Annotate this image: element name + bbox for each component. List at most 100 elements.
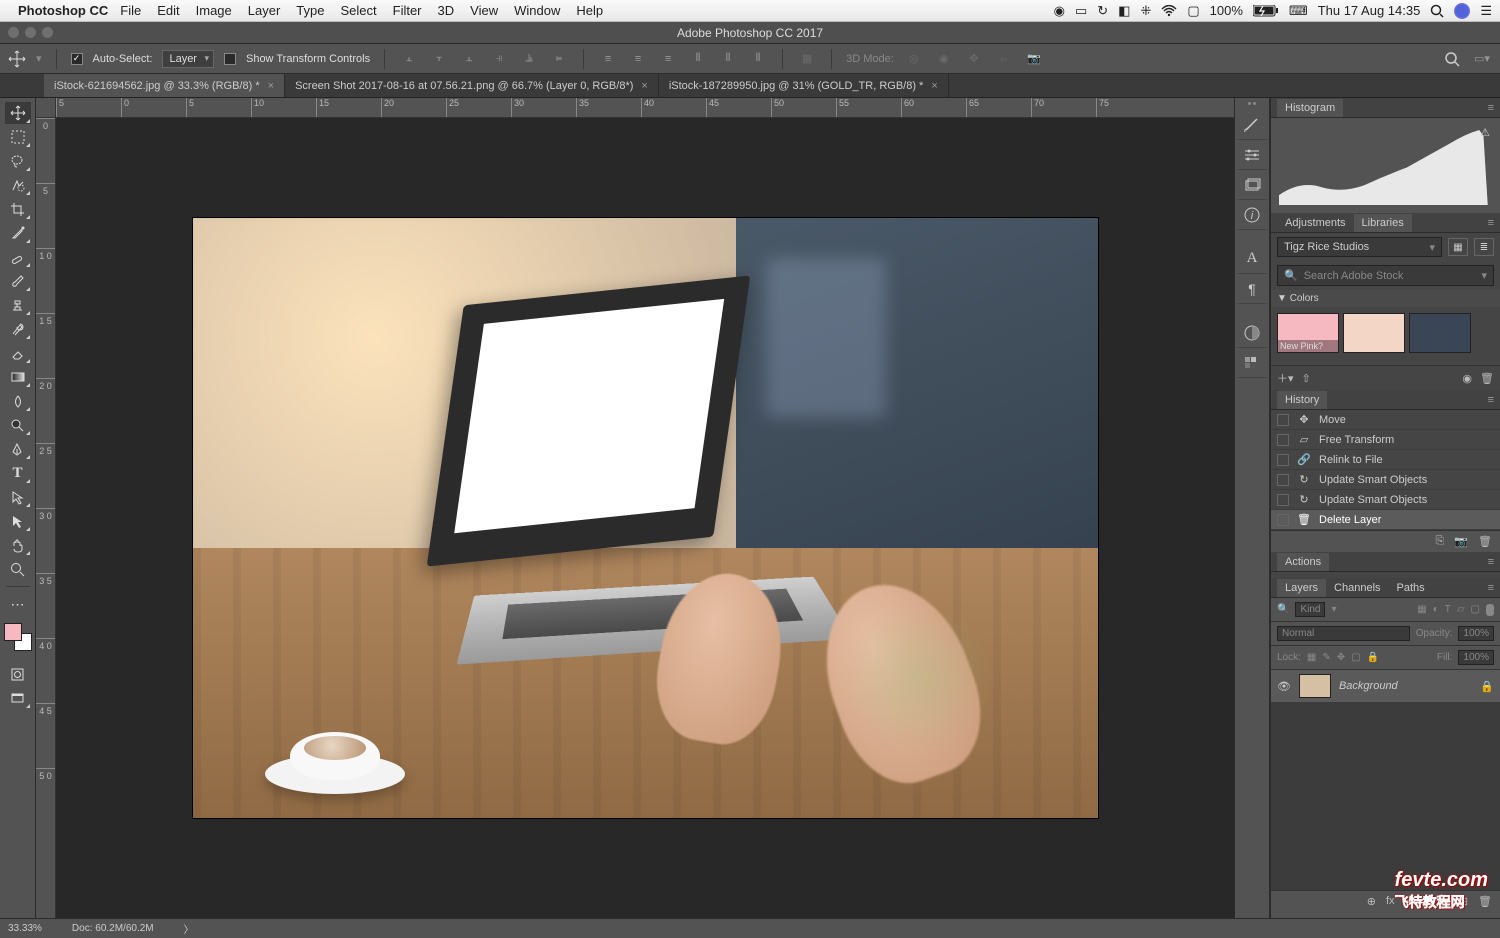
align-bottom-icon[interactable]: ⫠ <box>459 49 479 69</box>
history-tab[interactable]: History <box>1277 391 1327 409</box>
brush-tool[interactable] <box>5 270 31 292</box>
spotlight-icon[interactable] <box>1430 4 1444 18</box>
battery-icon[interactable] <box>1253 5 1279 17</box>
layer-thumbnail[interactable] <box>1299 674 1331 698</box>
clone-source-icon[interactable] <box>1237 170 1267 200</box>
brush-settings-icon[interactable] <box>1237 110 1267 140</box>
ruler-origin[interactable] <box>36 98 56 118</box>
colors-group-header[interactable]: ▼ Colors <box>1271 290 1500 307</box>
siri-icon[interactable] <box>1454 3 1470 19</box>
creative-cloud-icon[interactable]: ◧ <box>1118 3 1130 19</box>
library-select[interactable]: Tigz Rice Studios <box>1277 237 1442 257</box>
distribute-hcenter-icon[interactable]: ⦀ <box>718 49 738 69</box>
move-tool[interactable] <box>5 102 31 124</box>
color-swatches[interactable] <box>4 623 32 651</box>
eraser-tool[interactable] <box>5 342 31 364</box>
panel-menu-icon[interactable]: ≡ <box>1488 102 1494 114</box>
close-icon[interactable]: × <box>268 80 274 92</box>
history-item[interactable]: ✥Move <box>1271 410 1500 430</box>
zoom-tool[interactable] <box>5 558 31 580</box>
history-item[interactable]: ↻Update Smart Objects <box>1271 470 1500 490</box>
actions-tab[interactable]: Actions <box>1277 553 1329 571</box>
zoom-level[interactable]: 33.33% <box>8 923 42 934</box>
library-swatch-2[interactable] <box>1343 313 1405 353</box>
history-brush-tool[interactable] <box>5 318 31 340</box>
menu-select[interactable]: Select <box>340 3 376 18</box>
swatches-icon[interactable] <box>1237 348 1267 378</box>
filter-type-icon[interactable]: T <box>1445 604 1451 615</box>
add-content-icon[interactable]: ＋▾ <box>1277 370 1294 386</box>
wifi-icon[interactable] <box>1161 5 1177 17</box>
chevron-down-icon[interactable]: ▾ <box>1481 269 1487 282</box>
marquee-tool[interactable] <box>5 126 31 148</box>
fill-value[interactable]: 100% <box>1458 650 1494 665</box>
warning-icon[interactable]: ⚠ <box>1480 126 1490 139</box>
status-chevron-icon[interactable]: 〉 <box>184 921 194 936</box>
gradient-tool[interactable] <box>5 366 31 388</box>
bluetooth-icon[interactable]: ⁜ <box>1140 3 1151 19</box>
align-vcenter-icon[interactable]: ⫟ <box>429 49 449 69</box>
dodge-tool[interactable] <box>5 414 31 436</box>
menu-filter[interactable]: Filter <box>393 3 422 18</box>
panel-menu-icon[interactable]: ≡ <box>1488 582 1494 594</box>
menu-help[interactable]: Help <box>576 3 603 18</box>
cloud-icon[interactable]: ◉ <box>1462 372 1472 385</box>
adjustments-tab[interactable]: Adjustments <box>1277 214 1354 232</box>
eyedropper-tool[interactable] <box>5 222 31 244</box>
panel-menu-icon[interactable]: ≡ <box>1488 556 1494 568</box>
show-transform-checkbox[interactable] <box>224 53 236 65</box>
history-item[interactable]: 🗑Delete Layer <box>1271 510 1500 530</box>
filter-pixel-icon[interactable]: ▦ <box>1417 604 1426 615</box>
crop-tool[interactable] <box>5 198 31 220</box>
grid-view-icon[interactable]: ▦ <box>1448 238 1468 256</box>
layer-name[interactable]: Background <box>1339 680 1398 692</box>
align-top-icon[interactable]: ⫠ <box>399 49 419 69</box>
sync-icon[interactable]: ↻ <box>1097 3 1108 19</box>
healing-brush-tool[interactable] <box>5 246 31 268</box>
distribute-right-icon[interactable]: ⦀ <box>748 49 768 69</box>
lasso-tool[interactable] <box>5 150 31 172</box>
layer-style-icon[interactable]: fx <box>1386 895 1395 914</box>
distribute-top-icon[interactable]: ≡ <box>598 49 618 69</box>
create-document-icon[interactable]: ⎘ <box>1436 535 1445 548</box>
lock-move-icon[interactable]: ✥ <box>1337 652 1345 663</box>
clone-stamp-tool[interactable] <box>5 294 31 316</box>
keyboard-icon[interactable]: ⌨ <box>1289 3 1308 19</box>
opacity-value[interactable]: 100% <box>1458 626 1494 641</box>
ruler-horizontal[interactable]: 5051015202530354045505560657075 <box>56 98 1234 118</box>
align-hcenter-icon[interactable]: ⫡ <box>519 49 539 69</box>
character-icon[interactable]: A <box>1237 244 1267 274</box>
layers-tab[interactable]: Layers <box>1277 579 1326 597</box>
brush-presets-icon[interactable] <box>1237 140 1267 170</box>
auto-align-icon[interactable]: ▦ <box>797 49 817 69</box>
menu-type[interactable]: Type <box>296 3 324 18</box>
info-icon[interactable]: i <box>1237 200 1267 230</box>
menu-window[interactable]: Window <box>514 3 560 18</box>
close-icon[interactable]: × <box>931 80 937 92</box>
lock-pixels-icon[interactable]: ▦ <box>1307 652 1316 663</box>
distribute-left-icon[interactable]: ⦀ <box>688 49 708 69</box>
type-tool[interactable]: T <box>5 462 31 484</box>
doc-tab-3[interactable]: iStock-187289950.jpg @ 31% (GOLD_TR, RGB… <box>659 74 949 97</box>
hand-tool[interactable] <box>5 534 31 556</box>
doc-tab-2[interactable]: Screen Shot 2017-08-16 at 07.56.21.png @… <box>285 74 659 97</box>
library-swatch-3[interactable] <box>1409 313 1471 353</box>
auto-select-checkbox[interactable]: ✓ <box>71 53 83 65</box>
lock-all-icon[interactable]: 🔒 <box>1367 652 1379 663</box>
visibility-icon[interactable]: 👁 <box>1277 680 1291 693</box>
align-left-icon[interactable]: ⫣ <box>489 49 509 69</box>
quick-select-tool[interactable] <box>5 174 31 196</box>
camera-icon[interactable]: 📷 <box>1454 535 1468 548</box>
filter-toggle-icon[interactable] <box>1486 604 1494 616</box>
airplay-icon[interactable]: ▢ <box>1187 3 1199 19</box>
panel-menu-icon[interactable]: ≡ <box>1488 217 1494 229</box>
history-item[interactable]: 🔗Relink to File <box>1271 450 1500 470</box>
menu-view[interactable]: View <box>470 3 498 18</box>
paragraph-icon[interactable]: ¶ <box>1237 274 1267 304</box>
ruler-vertical[interactable]: 051 01 52 02 53 03 54 04 55 0 <box>36 118 56 918</box>
close-icon[interactable]: × <box>641 80 647 92</box>
align-right-icon[interactable]: ⫢ <box>549 49 569 69</box>
menu-image[interactable]: Image <box>196 3 232 18</box>
shape-tool[interactable] <box>5 510 31 532</box>
upload-icon[interactable]: ⇧ <box>1302 372 1311 385</box>
